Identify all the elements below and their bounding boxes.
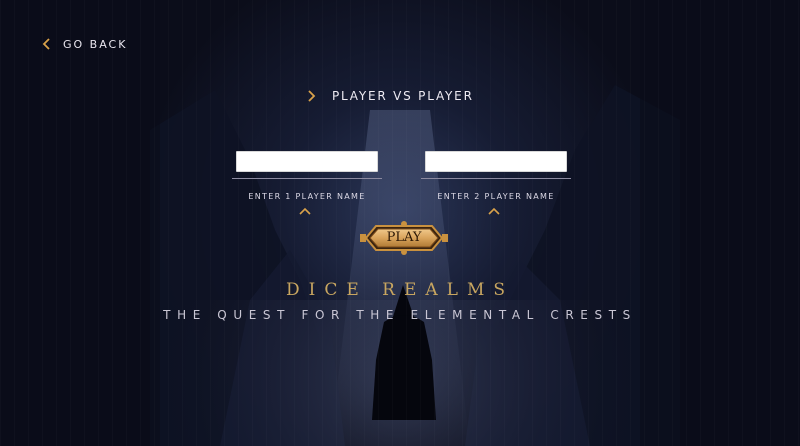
player-2-name-input[interactable] <box>425 151 567 172</box>
player-1-underline <box>232 178 382 179</box>
mode-title-label: PLAYER VS PLAYER <box>332 89 474 103</box>
player-1-label: ENTER 1 PLAYER NAME <box>248 192 366 201</box>
game-subtitle: THE QUEST FOR THE ELEMENTAL CRESTS <box>163 308 637 322</box>
player-2-underline <box>421 178 571 179</box>
chevron-up-icon <box>488 207 500 215</box>
player-1-field: ENTER 1 PLAYER NAME <box>232 151 382 215</box>
play-button[interactable]: PLAY <box>356 219 452 257</box>
player-1-name-input[interactable] <box>236 151 378 172</box>
play-button-label: PLAY <box>386 230 422 245</box>
go-back-button[interactable]: GO BACK <box>40 36 127 52</box>
game-title: DICE REALMS <box>286 280 514 300</box>
player-2-field: ENTER 2 PLAYER NAME <box>421 151 571 215</box>
chevron-left-icon <box>42 38 50 50</box>
go-back-label: GO BACK <box>63 37 128 51</box>
mode-title: PLAYER VS PLAYER <box>306 88 474 104</box>
player-2-label: ENTER 2 PLAYER NAME <box>437 192 555 201</box>
chevron-up-icon <box>299 207 311 215</box>
chevron-right-icon <box>308 90 316 102</box>
